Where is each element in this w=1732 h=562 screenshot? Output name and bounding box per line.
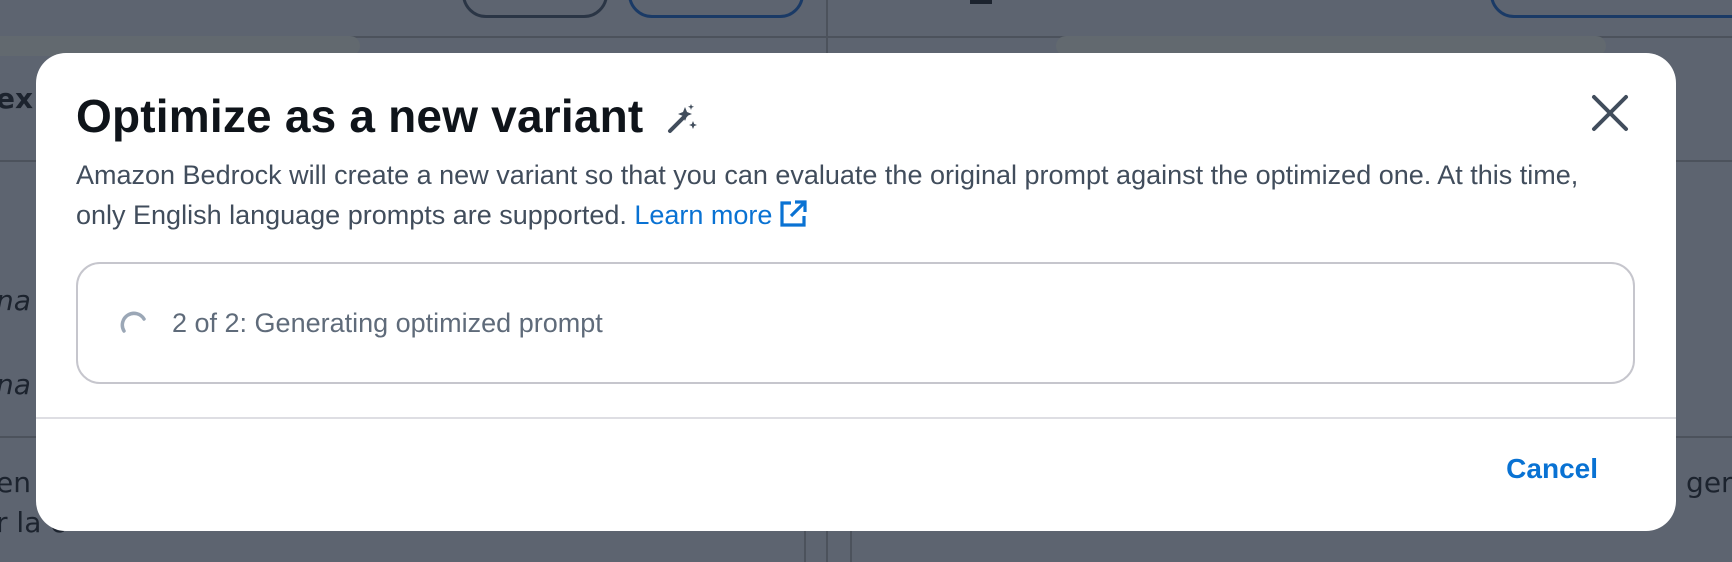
modal-description: Amazon Bedrock will create a new variant… xyxy=(76,155,1616,235)
modal-header: Optimize as a new variant Amazon Bedrock… xyxy=(76,89,1636,235)
optimize-variant-modal: Optimize as a new variant Amazon Bedrock… xyxy=(36,53,1676,531)
background-button xyxy=(462,0,608,18)
magic-wand-icon xyxy=(665,102,699,136)
spinner-icon xyxy=(120,309,148,337)
description-text: Amazon Bedrock will create a new variant… xyxy=(76,160,1579,230)
background-text: na xyxy=(0,284,31,317)
background-text: ex xyxy=(0,82,34,115)
background-button xyxy=(1490,0,1732,18)
cancel-button[interactable]: Cancel xyxy=(1506,453,1598,485)
background-button xyxy=(628,0,804,18)
title-row: Optimize as a new variant xyxy=(76,89,1636,143)
external-link-icon xyxy=(778,199,808,229)
progress-status-text: 2 of 2: Generating optimized prompt xyxy=(172,307,603,338)
footer-divider xyxy=(36,417,1676,419)
close-button[interactable] xyxy=(1584,87,1636,139)
learn-more-link[interactable]: Learn more xyxy=(634,200,808,230)
modal-title: Optimize as a new variant xyxy=(76,90,644,142)
background-dash xyxy=(970,0,992,4)
background-text: na xyxy=(0,368,31,401)
background-text: en xyxy=(0,466,31,499)
optimization-progress: 2 of 2: Generating optimized prompt xyxy=(76,262,1635,384)
learn-more-label: Learn more xyxy=(634,200,773,230)
close-icon xyxy=(1584,95,1636,142)
